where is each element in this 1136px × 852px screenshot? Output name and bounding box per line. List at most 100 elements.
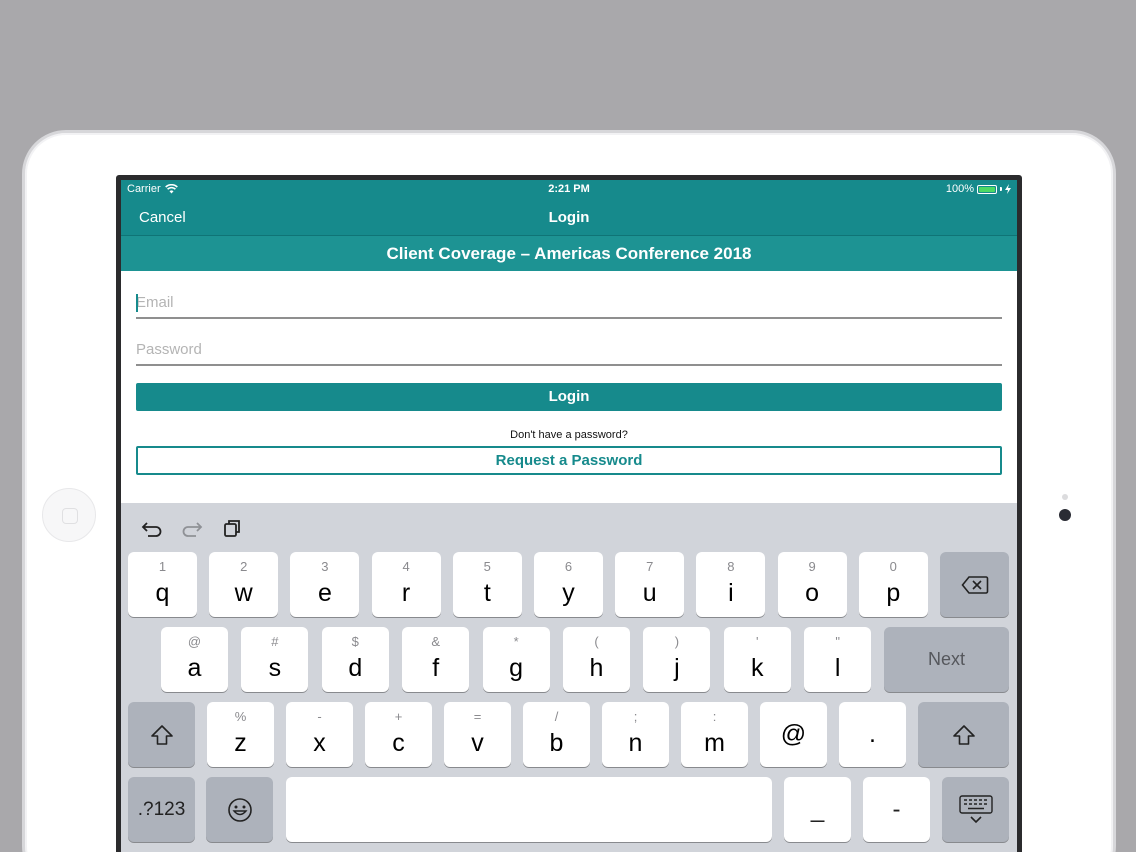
key-secondary-label: @ — [187, 634, 202, 649]
shift-key-left[interactable] — [128, 702, 195, 767]
numbers-key[interactable]: .?123 — [128, 777, 195, 842]
home-button[interactable] — [42, 488, 96, 542]
key-s[interactable]: # s — [241, 627, 309, 692]
key-at[interactable]: @ — [760, 702, 827, 767]
password-input[interactable] — [136, 334, 1002, 364]
underscore-key-label: _ — [810, 795, 825, 823]
key-secondary-label: ) — [674, 634, 680, 649]
key-o[interactable]: 9o — [777, 552, 847, 617]
key-primary-label: @ — [780, 720, 807, 748]
navigation-bar: Cancel Login — [121, 198, 1017, 236]
key-b[interactable]: / b — [523, 702, 590, 767]
space-bar-label — [286, 777, 772, 842]
key-m[interactable]: :m — [681, 702, 748, 767]
key-d[interactable]: $ d — [321, 627, 389, 692]
request-password-button[interactable]: Request a Password — [136, 446, 1002, 475]
battery-percent: 100% — [945, 183, 974, 195]
shift-icon — [952, 724, 975, 745]
key-e[interactable]: 3e — [290, 552, 360, 617]
key-r[interactable]: 4r — [371, 552, 441, 617]
key-primary-label: f — [432, 654, 440, 682]
key-secondary-label: 0 — [889, 559, 897, 574]
key-t[interactable]: 5t — [452, 552, 522, 617]
key-secondary-label: - — [317, 709, 322, 724]
key-l[interactable]: " l — [804, 627, 872, 692]
key-secondary-label: ; — [633, 709, 638, 724]
key-h[interactable]: (h — [563, 627, 630, 692]
delete-key[interactable] — [940, 552, 1009, 617]
key-primary-label: m — [704, 729, 725, 757]
key-q[interactable]: 1q — [128, 552, 197, 617]
key-primary-label: y — [562, 579, 575, 607]
key-v[interactable]: = v — [444, 702, 511, 767]
key-secondary-label: # — [271, 634, 279, 649]
key-x[interactable]: -x — [286, 702, 353, 767]
screen: Carrier 2:21 PM 100% Cancel Login Client… — [121, 180, 1017, 852]
key-secondary-label: / — [554, 709, 559, 724]
key-primary-label: h — [589, 654, 604, 682]
conference-banner: Client Coverage – Americas Conference 20… — [121, 236, 1017, 271]
key-secondary-label: * — [513, 634, 519, 649]
key-y[interactable]: 6y — [534, 552, 603, 617]
key-primary-label: t — [483, 579, 491, 607]
emoji-icon — [227, 797, 252, 822]
keyboard-shortcut-bar — [121, 503, 1017, 551]
on-screen-keyboard: 1q2w3e4r5t6y7u8i9o0p @ a # s $ d & f * g(h) j ' k " l … — [121, 503, 1017, 852]
dismiss-keyboard-key[interactable] — [942, 777, 1009, 842]
light-sensor — [1062, 494, 1068, 500]
next-key-label: Next — [927, 649, 965, 669]
key-w[interactable]: 2w — [209, 552, 279, 617]
key-secondary-label: ' — [756, 634, 759, 649]
shift-key-right[interactable] — [918, 702, 1009, 767]
next-key[interactable]: Next — [884, 627, 1009, 692]
key-z[interactable]: % z — [207, 702, 274, 767]
shift-icon — [150, 724, 173, 745]
front-camera — [1059, 509, 1071, 521]
key-k[interactable]: ' k — [723, 627, 791, 692]
key-secondary-label: 9 — [808, 559, 816, 574]
key-i[interactable]: 8i — [696, 552, 766, 617]
email-field[interactable] — [136, 287, 1002, 319]
key-secondary-label: ( — [594, 634, 599, 649]
space-bar[interactable] — [286, 777, 772, 842]
key-period[interactable]: . — [839, 702, 906, 767]
numbers-key-label: .?123 — [137, 798, 186, 820]
battery-indicator: 100% — [946, 183, 1011, 195]
key-secondary-label: 8 — [727, 559, 735, 574]
no-password-hint: Don't have a password? — [510, 429, 628, 441]
key-primary-label: i — [728, 579, 734, 607]
dash-key[interactable]: - — [863, 777, 930, 842]
key-c[interactable]: + c — [365, 702, 432, 767]
backspace-icon — [960, 575, 988, 594]
key-n[interactable]: ; n — [602, 702, 669, 767]
key-primary-label: z — [234, 729, 247, 757]
dash-key-label: - — [892, 795, 901, 823]
key-j[interactable]: ) j — [643, 627, 711, 692]
email-input[interactable] — [136, 287, 1002, 317]
key-p[interactable]: 0p — [858, 552, 928, 617]
key-a[interactable]: @ a — [161, 627, 228, 692]
key-primary-label: k — [751, 654, 764, 682]
key-f[interactable]: & f — [402, 627, 470, 692]
key-primary-label: q — [155, 579, 170, 607]
key-g[interactable]: * g — [482, 627, 550, 692]
key-primary-label: . — [869, 720, 876, 748]
undo-icon[interactable] — [141, 517, 163, 539]
key-secondary-label: 7 — [646, 559, 654, 574]
key-secondary-label: 5 — [483, 559, 491, 574]
password-field[interactable] — [136, 334, 1002, 366]
redo-icon[interactable] — [181, 517, 203, 539]
emoji-key[interactable] — [206, 777, 273, 842]
paste-icon[interactable] — [221, 517, 243, 539]
key-primary-label: e — [317, 579, 332, 607]
underscore-key[interactable]: _ — [784, 777, 851, 842]
key-secondary-label: " — [835, 634, 840, 649]
key-secondary-label: % — [234, 709, 247, 724]
key-secondary-label: 1 — [158, 559, 167, 574]
login-button[interactable]: Login — [136, 383, 1002, 411]
key-u[interactable]: 7u — [615, 552, 685, 617]
key-primary-label: d — [348, 654, 363, 682]
status-bar: Carrier 2:21 PM 100% — [121, 180, 1017, 198]
key-primary-label: a — [187, 654, 202, 682]
key-primary-label: j — [674, 654, 680, 682]
